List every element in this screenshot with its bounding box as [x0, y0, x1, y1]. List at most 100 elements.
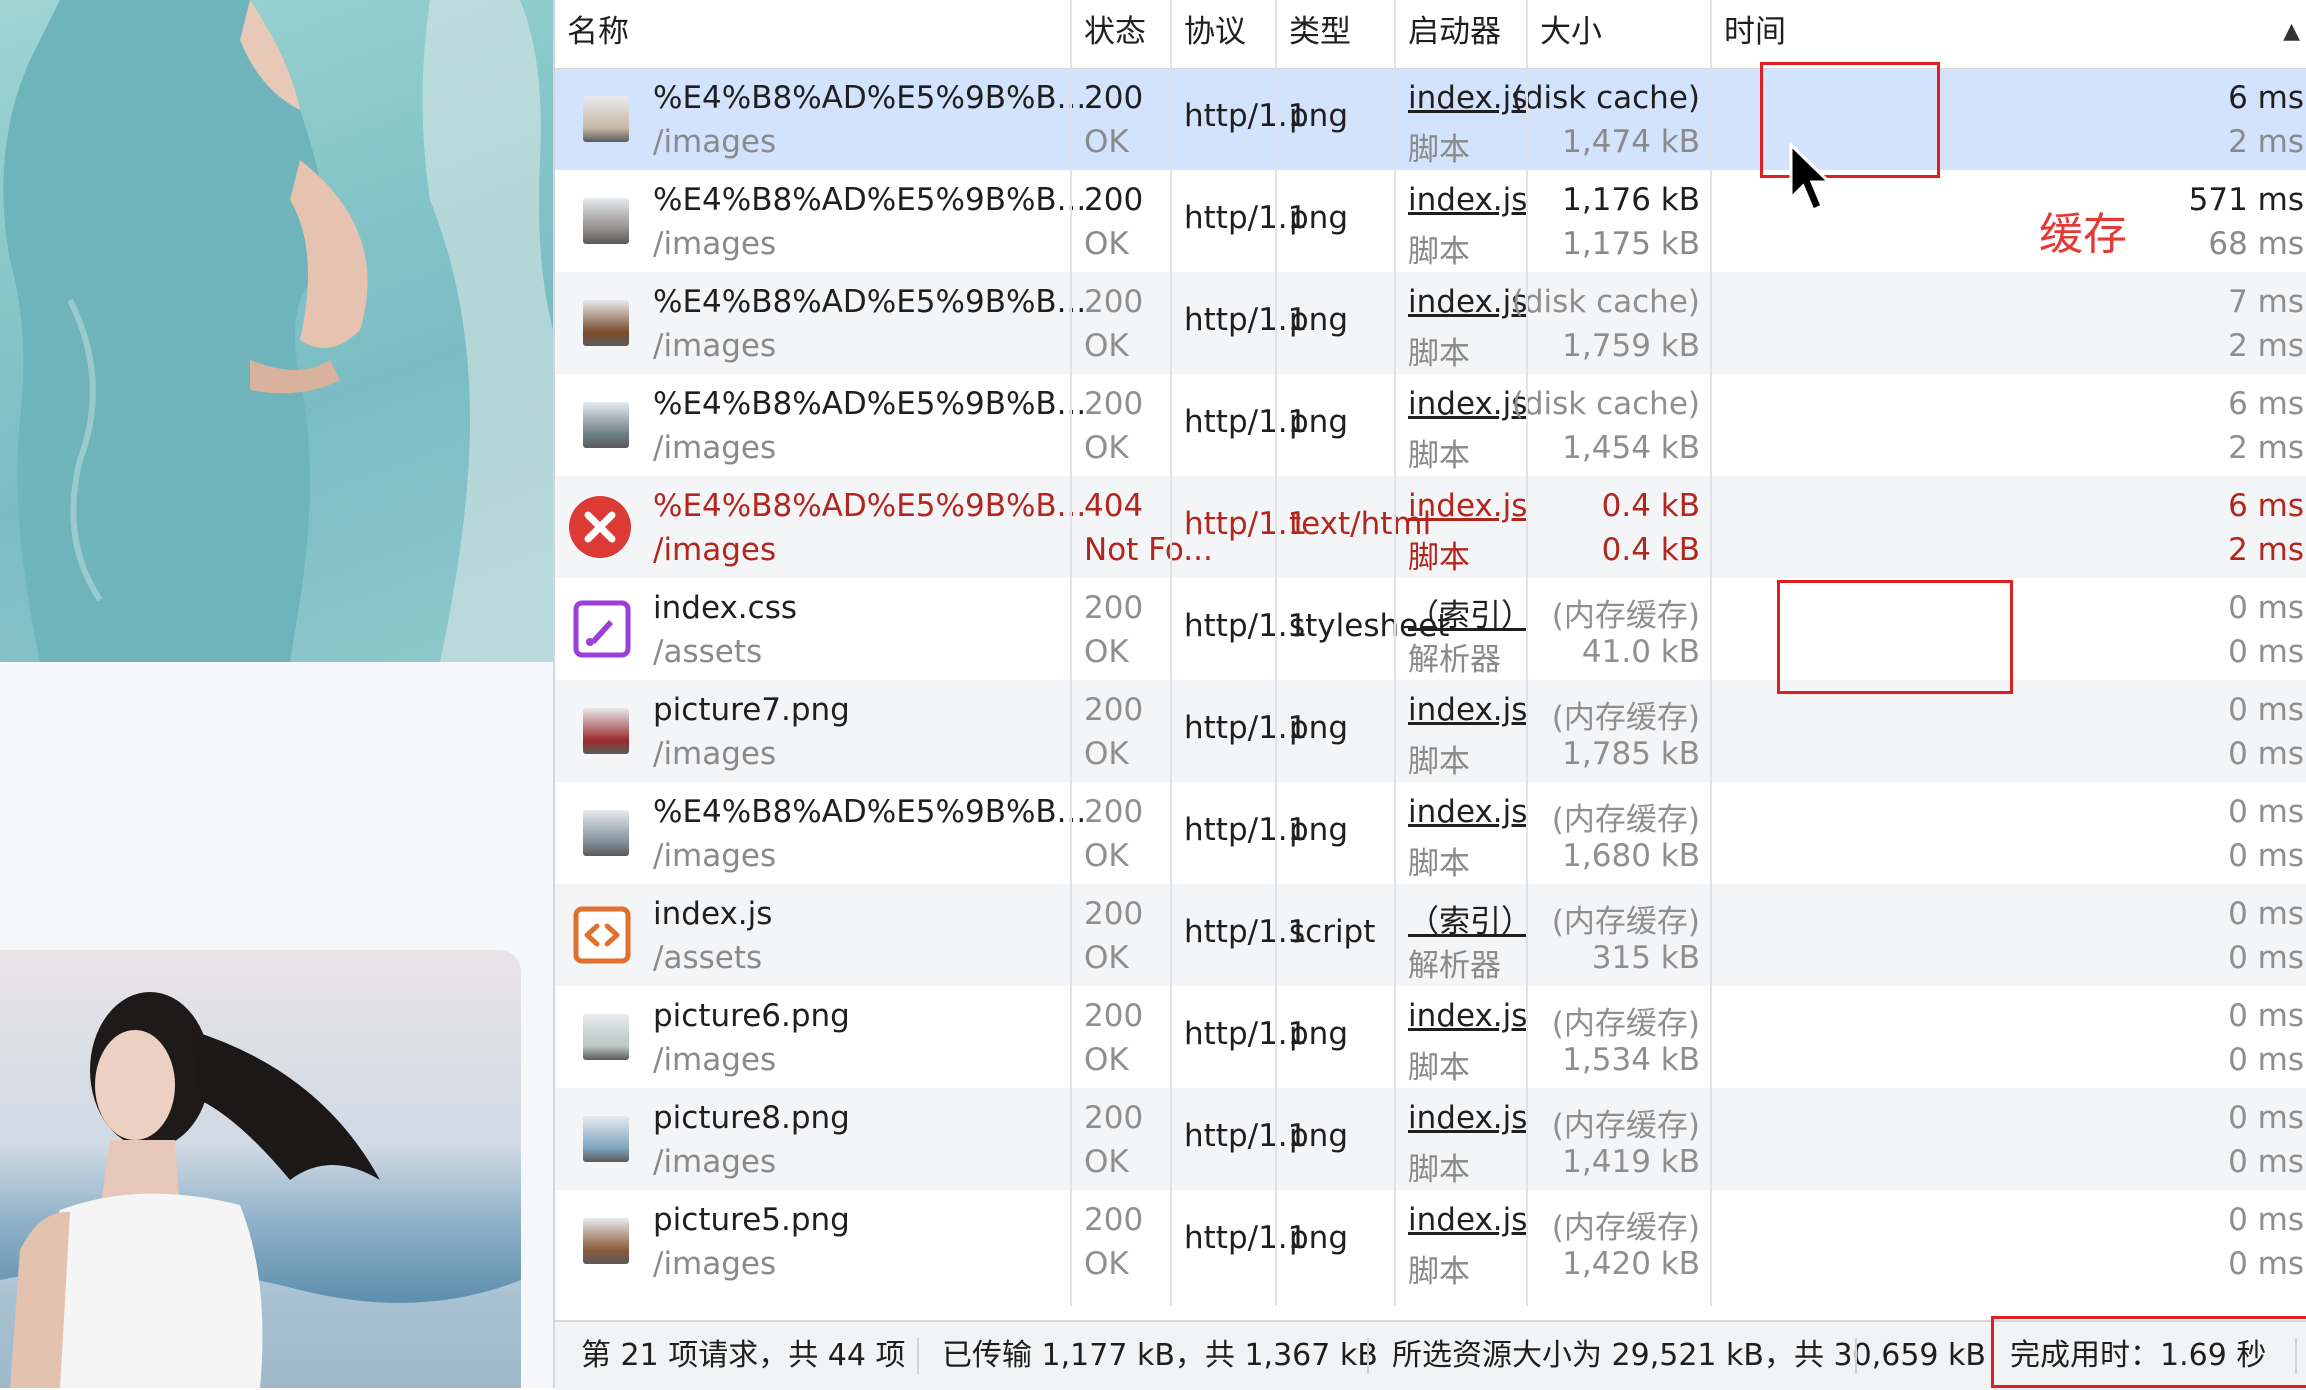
time-latency: 2 ms	[2228, 124, 2304, 160]
name-cell: %E4%B8%AD%E5%9B%B... /images	[555, 476, 1070, 578]
request-row[interactable]: %E4%B8%AD%E5%9B%B... /images 200 OK http…	[555, 782, 2306, 884]
column-divider[interactable]	[1526, 0, 1528, 1306]
request-row[interactable]: %E4%B8%AD%E5%9B%B... /images 404 Not Fo.…	[555, 476, 2306, 578]
time-latency: 0 ms	[2228, 1042, 2304, 1078]
protocol-cell: http/1.1	[1172, 374, 1275, 476]
request-row[interactable]: picture6.png /images 200 OK http/1.1 png…	[555, 986, 2306, 1088]
type-value: png	[1289, 812, 1348, 848]
request-row[interactable]: %E4%B8%AD%E5%9B%B... /images 200 OK http…	[555, 272, 2306, 374]
status-cell: 404 Not Fo...	[1072, 476, 1170, 578]
network-panel: %E4%B8%AD%E5%9B%B... /images 200 OK http…	[553, 0, 2306, 1388]
time-cell: 0 ms 0 ms	[1712, 680, 2306, 782]
time-cell: 7 ms 2 ms	[1712, 272, 2306, 374]
status-text: OK	[1084, 328, 1129, 364]
type-cell: png	[1277, 680, 1394, 782]
highlight-box	[1760, 62, 1940, 178]
size-cell: (内存缓存) 1,680 kB	[1528, 782, 1710, 884]
column-divider[interactable]	[1070, 0, 1072, 1306]
transferred-size: 已传输 1,177 kB，共 1,367 kB	[942, 1322, 1378, 1390]
request-path: /images	[653, 1246, 776, 1282]
initiator-cell: index.js:6183 脚本	[1396, 680, 1526, 782]
initiator-link[interactable]: index.js:6183	[1408, 1100, 1526, 1136]
column-divider[interactable]	[1710, 0, 1712, 1306]
request-row[interactable]: index.js /assets 200 OK http/1.1 script …	[555, 884, 2306, 986]
type-cell: png	[1277, 782, 1394, 884]
time-total: 7 ms	[2228, 284, 2304, 320]
initiator-cell: index.js:6183 脚本	[1396, 476, 1526, 578]
status-cell: 200 OK	[1072, 680, 1170, 782]
script-icon	[573, 906, 631, 964]
column-type[interactable]: 类型	[1277, 0, 1394, 68]
image-thumbnail	[583, 198, 629, 244]
size-resource: 0.4 kB	[1602, 532, 1700, 568]
time-total: 0 ms	[2228, 1202, 2304, 1238]
status-cell: 200 OK	[1072, 1190, 1170, 1292]
initiator-link[interactable]: index.js:6183	[1408, 284, 1526, 320]
initiator-link[interactable]: index.js:6183	[1408, 794, 1526, 830]
status-code: 200	[1084, 590, 1143, 626]
initiator-link[interactable]: （索引）:14	[1408, 896, 1526, 941]
request-row[interactable]: %E4%B8%AD%E5%9B%B... /images 200 OK http…	[555, 68, 2306, 170]
size-transferred: (disk cache)	[1512, 386, 1700, 422]
stylesheet-icon	[573, 600, 631, 658]
time-cell: 0 ms 0 ms	[1712, 782, 2306, 884]
size-cell: 1,176 kB 1,175 kB	[1528, 170, 1710, 272]
request-row[interactable]: picture8.png /images 200 OK http/1.1 png…	[555, 1088, 2306, 1190]
photo-woman-seaside	[0, 950, 521, 1388]
type-cell: png	[1277, 170, 1394, 272]
size-cell: (disk cache) 1,474 kB	[1528, 68, 1710, 170]
column-time[interactable]: 时间 ▲	[1712, 0, 2306, 68]
image-thumbnail	[583, 300, 629, 346]
size-resource: 1,785 kB	[1562, 736, 1700, 772]
type-value: png	[1289, 98, 1348, 134]
size-cell: (内存缓存) 41.0 kB	[1528, 578, 1710, 680]
protocol-cell: http/1.1	[1172, 476, 1275, 578]
initiator-link[interactable]: index.js:6183	[1408, 182, 1526, 218]
initiator-link[interactable]: index.js:6183	[1408, 80, 1526, 116]
column-divider[interactable]	[1170, 0, 1172, 1306]
initiator-link[interactable]: index.js:6183	[1408, 998, 1526, 1034]
column-divider[interactable]	[1394, 0, 1396, 1306]
column-size[interactable]: 大小	[1528, 0, 1710, 68]
request-row[interactable]: %E4%B8%AD%E5%9B%B... /images 200 OK http…	[555, 374, 2306, 476]
initiator-type: 脚本	[1408, 532, 1470, 577]
column-status[interactable]: 状态	[1072, 0, 1170, 68]
sort-ascending-icon: ▲	[2283, 0, 2300, 64]
initiator-link[interactable]: index.js:6183	[1408, 488, 1526, 524]
protocol-cell: http/1.1	[1172, 1190, 1275, 1292]
time-cell: 0 ms 0 ms	[1712, 986, 2306, 1088]
footer-divider	[1367, 1338, 1369, 1374]
request-row[interactable]: picture5.png /images 200 OK http/1.1 png…	[555, 1190, 2306, 1292]
initiator-link[interactable]: （索引）:15	[1408, 590, 1526, 635]
column-name[interactable]: 名称	[555, 0, 1070, 68]
column-protocol[interactable]: 协议	[1172, 0, 1275, 68]
request-path: /images	[653, 430, 776, 466]
type-cell: script	[1277, 884, 1394, 986]
initiator-link[interactable]: index.js:6183	[1408, 386, 1526, 422]
time-total: 0 ms	[2228, 896, 2304, 932]
status-text: OK	[1084, 1246, 1129, 1282]
time-total: 6 ms	[2228, 386, 2304, 422]
time-total: 0 ms	[2228, 1100, 2304, 1136]
request-name: picture7.png	[653, 692, 850, 728]
time-total: 571 ms	[2189, 182, 2304, 218]
request-row[interactable]: picture7.png /images 200 OK http/1.1 png…	[555, 680, 2306, 782]
initiator-type: 脚本	[1408, 430, 1470, 475]
size-transferred: (内存缓存)	[1552, 1202, 1700, 1247]
column-initiator[interactable]: 启动器	[1396, 0, 1526, 68]
size-resource: 1,534 kB	[1562, 1042, 1700, 1078]
column-divider[interactable]	[1275, 0, 1277, 1306]
size-cell: (内存缓存) 1,534 kB	[1528, 986, 1710, 1088]
request-count: 第 21 项请求，共 44 项	[581, 1322, 906, 1390]
request-name: %E4%B8%AD%E5%9B%B...	[653, 284, 1086, 320]
size-cell: (disk cache) 1,454 kB	[1528, 374, 1710, 476]
size-transferred: (disk cache)	[1512, 80, 1700, 116]
size-resource: 315 kB	[1592, 940, 1700, 976]
size-transferred: (内存缓存)	[1552, 692, 1700, 737]
column-time-label: 时间	[1724, 14, 1786, 50]
initiator-link[interactable]: index.js:6183	[1408, 1202, 1526, 1238]
highlight-box	[1991, 1316, 2306, 1388]
initiator-link[interactable]: index.js:6183	[1408, 692, 1526, 728]
request-row[interactable]: index.css /assets 200 OK http/1.1 styles…	[555, 578, 2306, 680]
status-text: OK	[1084, 1144, 1129, 1180]
